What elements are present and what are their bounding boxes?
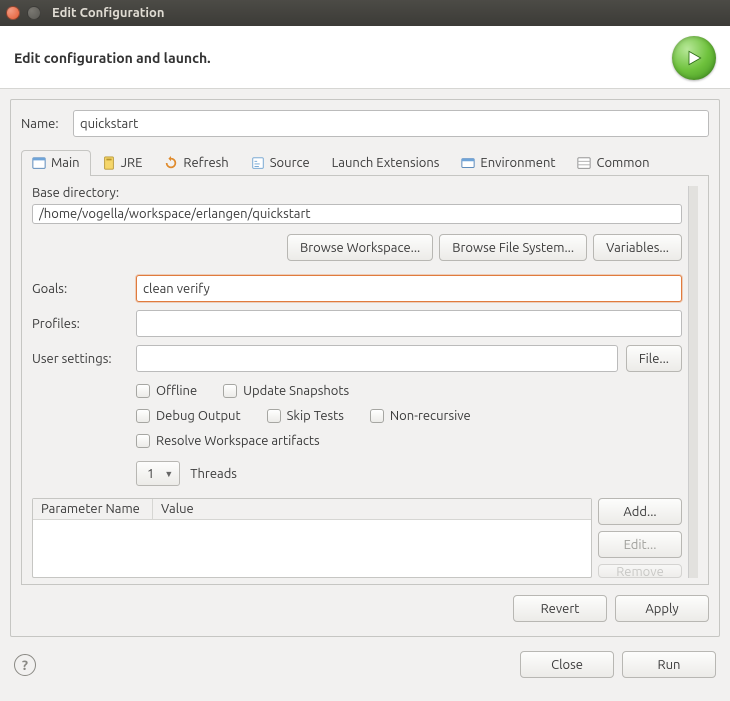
- tab-common[interactable]: Common: [566, 150, 660, 176]
- tab-main[interactable]: Main: [21, 150, 91, 176]
- non-recursive-checkbox[interactable]: Non-recursive: [370, 409, 471, 423]
- remove-param-button[interactable]: Remove: [598, 564, 682, 578]
- skip-tests-checkbox[interactable]: Skip Tests: [267, 409, 344, 423]
- tab-launch-extensions[interactable]: Launch Extensions: [321, 150, 451, 176]
- name-input[interactable]: [73, 110, 709, 137]
- revert-button[interactable]: Revert: [513, 595, 607, 622]
- profiles-input[interactable]: [136, 310, 682, 337]
- run-button[interactable]: Run: [622, 651, 716, 678]
- apply-button[interactable]: Apply: [615, 595, 709, 622]
- titlebar: Edit Configuration: [0, 0, 730, 26]
- browse-workspace-button[interactable]: Browse Workspace...: [287, 234, 433, 261]
- chevron-down-icon: ▼: [162, 469, 179, 479]
- param-col-name: Parameter Name: [33, 499, 153, 519]
- user-settings-input[interactable]: [136, 345, 618, 372]
- tab-source[interactable]: Source: [240, 150, 321, 176]
- window-title: Edit Configuration: [52, 6, 164, 20]
- common-tab-icon: [577, 156, 591, 170]
- edit-param-button[interactable]: Edit...: [598, 531, 682, 558]
- profiles-label: Profiles:: [32, 317, 128, 331]
- window-minimize-icon[interactable]: [27, 6, 41, 20]
- main-tab-icon: [32, 156, 46, 170]
- add-param-button[interactable]: Add...: [598, 498, 682, 525]
- base-dir-label: Base directory:: [32, 186, 682, 200]
- run-launch-icon: [672, 36, 716, 80]
- parameters-table[interactable]: Parameter Name Value: [32, 498, 592, 578]
- threads-label: Threads: [190, 467, 237, 481]
- jre-tab-icon: [102, 156, 116, 170]
- threads-spinner[interactable]: 1 ▼: [136, 461, 180, 486]
- tab-environment[interactable]: Environment: [450, 150, 566, 176]
- source-tab-icon: [251, 156, 265, 170]
- debug-output-checkbox[interactable]: Debug Output: [136, 409, 241, 423]
- header: Edit configuration and launch.: [0, 26, 730, 89]
- tab-jre[interactable]: JRE: [91, 150, 154, 176]
- page-title: Edit configuration and launch.: [14, 50, 211, 66]
- scrollbar[interactable]: [688, 186, 698, 578]
- goals-label: Goals:: [32, 282, 128, 296]
- name-label: Name:: [21, 117, 65, 131]
- tab-bar: Main JRE Refresh Source Launch Extension…: [21, 149, 709, 176]
- param-col-value: Value: [153, 499, 591, 519]
- environment-tab-icon: [461, 156, 475, 170]
- config-panel: Name: Main JRE Refresh Source Launch Ext…: [10, 99, 720, 637]
- resolve-workspace-checkbox[interactable]: Resolve Workspace artifacts: [136, 434, 320, 448]
- refresh-tab-icon: [164, 156, 178, 170]
- help-icon[interactable]: ?: [14, 654, 36, 676]
- tab-content-main: Base directory: Browse Workspace... Brow…: [21, 176, 709, 585]
- user-settings-label: User settings:: [32, 352, 128, 366]
- goals-input[interactable]: [136, 275, 682, 302]
- update-snapshots-checkbox[interactable]: Update Snapshots: [223, 384, 349, 398]
- base-dir-input[interactable]: [32, 204, 682, 224]
- close-button[interactable]: Close: [520, 651, 614, 678]
- variables-button[interactable]: Variables...: [593, 234, 682, 261]
- browse-filesystem-button[interactable]: Browse File System...: [439, 234, 587, 261]
- offline-checkbox[interactable]: Offline: [136, 384, 197, 398]
- tab-refresh[interactable]: Refresh: [153, 150, 239, 176]
- window-close-icon[interactable]: [6, 6, 20, 20]
- file-button[interactable]: File...: [626, 345, 682, 372]
